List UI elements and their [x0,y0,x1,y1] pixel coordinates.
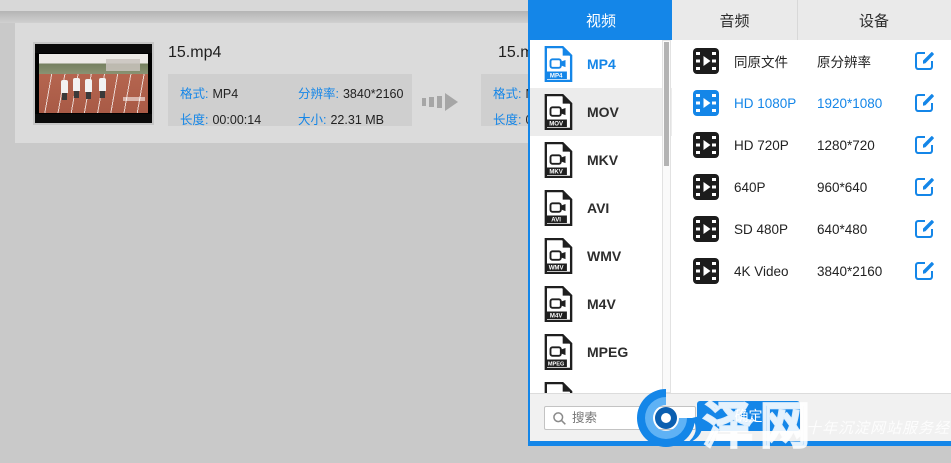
film-icon [693,132,719,158]
file-format-icon: WMV [543,237,573,275]
svg-text:MOV: MOV [549,121,564,128]
resolution-list: 同原文件 原分辨率 HD 1080P 1920*1080 [680,40,951,393]
edit-icon[interactable] [913,50,935,72]
video-option-4k[interactable]: 4K Video 3840*2160 [680,250,951,292]
edit-icon[interactable] [913,218,935,240]
search-box[interactable] [544,406,696,430]
duration-label: 长度: [493,113,521,127]
film-icon [693,90,719,116]
resolution-value: 3840*2160 [343,87,403,101]
film-icon [693,174,719,200]
thumbnail-watermark [123,97,145,101]
format-item-m4v[interactable]: M4V M4V [530,280,672,328]
format-item-mov[interactable]: MOV MOV [530,88,672,136]
thumbnail-person [85,79,92,92]
format-item-wmv[interactable]: WMV WMV [530,232,672,280]
edit-icon[interactable] [913,92,935,114]
svg-text:MPEG: MPEG [548,362,565,368]
search-area: 确定 [530,393,951,441]
thumbnail-person [99,78,106,91]
format-item-next-partial[interactable] [530,376,672,393]
file-format-icon: MP4 [543,45,573,83]
format-label: 格式: [180,87,208,101]
format-list-scrollbar[interactable] [662,40,671,393]
video-option-hd720p[interactable]: HD 720P 1280*720 [680,124,951,166]
duration-label: 长度: [180,113,208,127]
letterbox-bottom [35,114,152,123]
resolution-label: 分辨率: [298,87,339,101]
video-thumbnail[interactable] [33,42,154,125]
video-option-hd1080p[interactable]: HD 1080P 1920*1080 [680,82,951,124]
edit-icon[interactable] [913,134,935,156]
file-format-icon: AVI [543,189,573,227]
thumbnail-building [106,59,140,71]
film-icon [693,216,719,242]
file-format-icon: MPEG [543,333,573,371]
svg-text:M4V: M4V [550,313,563,320]
film-icon [693,48,719,74]
letterbox-top [35,44,152,53]
format-item-mkv[interactable]: MKV MKV [530,136,672,184]
format-list: MP4 MP4 MOV MOV MKV M [530,40,672,393]
duration-value: 00:00:14 [212,113,261,127]
format-item-mp4[interactable]: MP4 MP4 [530,40,672,88]
confirm-button[interactable]: 确定 [697,401,800,431]
thumbnail-track-lanes [39,74,148,113]
file-format-icon: MOV [543,93,573,131]
source-filename: 15.mp4 [168,44,221,62]
video-option-original[interactable]: 同原文件 原分辨率 [680,40,951,82]
file-format-icon: MKV [543,141,573,179]
tab-video[interactable]: 视频 [530,0,672,40]
thumbnail-person [73,78,80,91]
svg-text:WMV: WMV [549,265,565,272]
thumbnail-frame [39,54,148,113]
tab-device[interactable]: 设备 [797,0,950,40]
format-panel: 视频 音频 设备 MP4 MP4 MOV [528,0,951,446]
format-item-avi[interactable]: AVI AVI [530,184,672,232]
scrollbar-thumb[interactable] [664,42,669,166]
size-label: 大小: [298,113,326,127]
svg-text:AVI: AVI [551,217,561,224]
film-icon [693,258,719,284]
file-format-icon: M4V [543,285,573,323]
convert-arrow-icon [422,93,458,111]
file-format-icon [543,381,573,393]
tab-audio[interactable]: 音频 [672,0,797,40]
format-tabs: 视频 音频 设备 [530,0,951,40]
edit-icon[interactable] [913,176,935,198]
video-option-640p[interactable]: 640P 960*640 [680,166,951,208]
video-option-sd480p[interactable]: SD 480P 640*480 [680,208,951,250]
svg-text:MP4: MP4 [550,73,563,80]
search-icon [552,411,567,426]
edit-icon[interactable] [913,260,935,282]
search-input[interactable] [572,411,682,425]
thumbnail-person [61,80,68,93]
format-value: MP4 [212,87,238,101]
svg-text:MKV: MKV [549,169,563,176]
size-value: 22.31 MB [330,113,384,127]
format-item-mpeg[interactable]: MPEG MPEG [530,328,672,376]
source-metadata-box: 格式: MP4 分辨率: 3840*2160 长度: 00:00:14 大小: 22.3… [168,74,412,126]
format-label: 格式: [493,87,521,101]
